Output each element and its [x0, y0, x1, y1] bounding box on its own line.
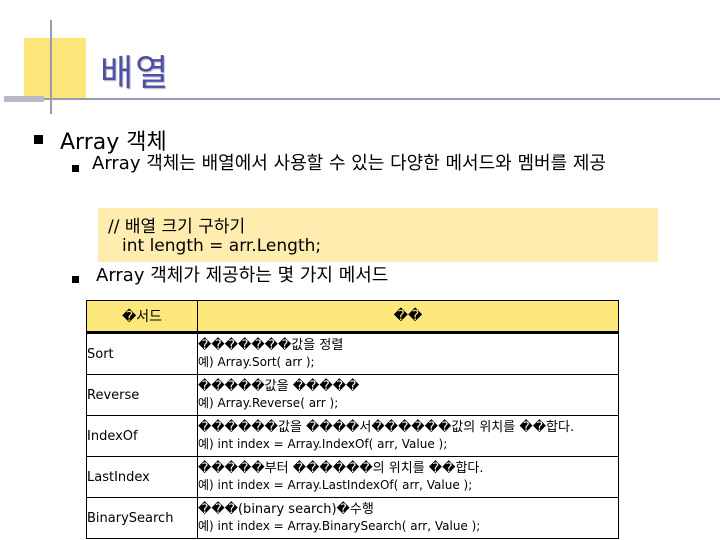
method-description-cell: �������값을 정렬 예) Array.Sort( arr ); [197, 332, 619, 375]
methods-table: �서드 �� Sort �������값을 정렬 예) Array.Sort( … [86, 300, 619, 539]
code-comment: // 배열 크기 구하기 [108, 217, 246, 237]
method-name: IndexOf [86, 415, 198, 457]
method-description: �����부터 ������의 위치를 ��합다. [198, 461, 484, 476]
method-description-cell: �����부터 ������의 위치를 ��합다. 예) int index =… [197, 456, 619, 498]
method-example: 예) int index = Array.BinarySearch( arr, … [198, 519, 481, 533]
code-statement: int length = arr.Length; [122, 236, 322, 256]
method-description: ������값을 ����서������값의 위치를 ��합다. [198, 420, 575, 435]
bullet-icon [34, 135, 43, 144]
method-name: Reverse [86, 374, 198, 416]
method-description-cell: �����값을 ����� 예) Array.Reverse( arr ); [197, 374, 619, 416]
title-underline [4, 98, 720, 100]
bullet-icon [72, 276, 79, 283]
method-example: 예) int index = Array.LastIndexOf( arr, V… [198, 478, 473, 492]
table-row: Reverse �����값을 ����� 예) Array.Reverse( … [86, 374, 619, 416]
method-description-cell: ���(binary search)�수행 예) int index = Arr… [197, 497, 619, 539]
table-row: IndexOf ������값을 ����서������값의 위치를 ��합다.… [86, 415, 619, 457]
method-name: LastIndex [86, 456, 198, 498]
title-decoration-corner [4, 96, 44, 102]
method-name: Sort [86, 332, 198, 375]
table-row: LastIndex �����부터 ������의 위치를 ��합다. 예) i… [86, 456, 619, 498]
table-row: Sort �������값을 정렬 예) Array.Sort( arr ); [86, 332, 619, 375]
method-description: �����값을 ����� [198, 379, 360, 394]
slide-title: 배열 [100, 53, 171, 94]
method-description-cell: ������값을 ����서������값의 위치를 ��합다. 예) int … [197, 415, 619, 457]
method-example: 예) Array.Sort( arr ); [198, 355, 315, 369]
method-example: 예) Array.Reverse( arr ); [198, 396, 339, 410]
header-description: �� [197, 300, 619, 334]
table-header-row: �서드 �� [86, 300, 619, 334]
method-name: BinarySearch [86, 497, 198, 539]
bullet-array-object: Array 객체 [60, 130, 167, 155]
table-row: BinarySearch ���(binary search)�수행 예) in… [86, 497, 619, 539]
header-method: �서드 [86, 300, 198, 334]
bullet-icon [72, 165, 79, 172]
method-description: ���(binary search)�수행 [198, 502, 374, 517]
method-description: �������값을 정렬 [198, 338, 344, 353]
method-example: 예) int index = Array.IndexOf( arr, Value… [198, 437, 448, 451]
sub-bullet-methods: Array 객체가 제공하는 몇 가지 메서드 [96, 265, 389, 286]
sub-bullet-description: Array 객체는 배열에서 사용할 수 있는 다양한 메서드와 멤버를 제공 [92, 153, 606, 174]
title-decoration-square [24, 38, 86, 100]
